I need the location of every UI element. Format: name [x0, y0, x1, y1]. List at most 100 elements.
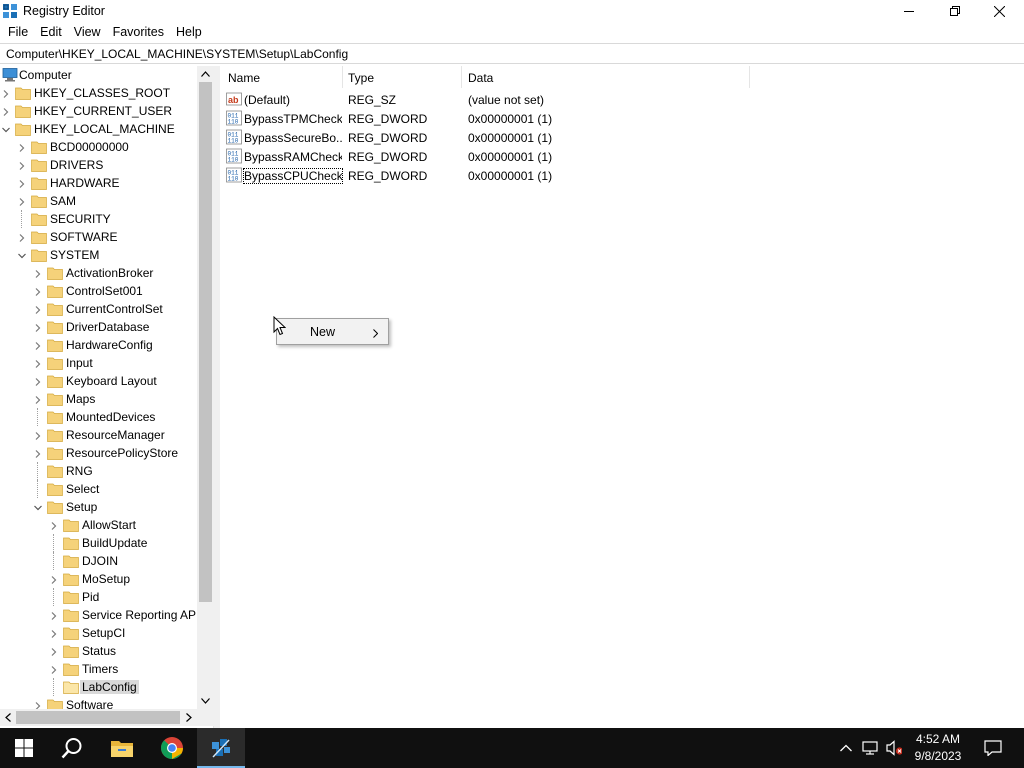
tree-horizontal-scrollbar[interactable] [0, 709, 197, 726]
tree-expand-chevron-icon[interactable] [17, 178, 27, 188]
tree-node-security[interactable]: SECURITY [0, 210, 197, 228]
tree-expand-chevron-icon[interactable] [17, 160, 27, 170]
tree-node-status[interactable]: Status [0, 642, 197, 660]
tree-node-system[interactable]: SYSTEM [0, 246, 197, 264]
notification-center-button[interactable] [978, 728, 1008, 768]
tree-vertical-scroll-thumb[interactable] [199, 82, 212, 602]
restore-button[interactable] [932, 0, 978, 22]
tree-node-hardwareconfig[interactable]: HardwareConfig [0, 336, 197, 354]
tree-node-hardware[interactable]: HARDWARE [0, 174, 197, 192]
tree-expand-chevron-icon[interactable] [33, 340, 43, 350]
key-tree[interactable]: Computer HKEY_CLASSES_ROOT HKEY_CURRENT_US… [0, 66, 214, 728]
tree-expand-chevron-icon[interactable] [33, 394, 43, 404]
address-path[interactable]: Computer\HKEY_LOCAL_MACHINE\SYSTEM\Setup… [6, 47, 348, 61]
taskbar-file-explorer[interactable] [98, 728, 146, 768]
taskbar-search-button[interactable] [48, 728, 96, 768]
tree-node-setup[interactable]: Setup [0, 498, 197, 516]
tree-expand-chevron-icon[interactable] [33, 286, 43, 296]
taskbar-chrome[interactable] [148, 728, 196, 768]
tree-node-activationbroker[interactable]: ActivationBroker [0, 264, 197, 282]
tree-node-resourcepolicystore[interactable]: ResourcePolicyStore [0, 444, 197, 462]
tree-node-hkey-current-user[interactable]: HKEY_CURRENT_USER [0, 102, 197, 120]
start-button[interactable] [0, 728, 48, 768]
tree-node-service-reporting-api[interactable]: Service Reporting API [0, 606, 199, 624]
tree-horizontal-scroll-thumb[interactable] [16, 711, 180, 724]
tree-collapse-chevron-icon[interactable] [17, 250, 27, 260]
tree-node-input[interactable]: Input [0, 354, 197, 372]
tree-expand-chevron-icon[interactable] [49, 646, 59, 656]
tree-node-mounteddevices[interactable]: MountedDevices [0, 408, 197, 426]
column-divider[interactable] [749, 66, 750, 88]
menu-favorites[interactable]: Favorites [107, 23, 170, 43]
context-menu-new[interactable]: New [279, 321, 386, 342]
value-row[interactable]: 011 110 BypassCPUCheck REG_DWORD 0x00000001 … [220, 166, 1024, 185]
tree-collapse-chevron-icon[interactable] [1, 124, 11, 134]
value-row[interactable]: ab (Default) REG_SZ (value not set) [220, 90, 1024, 109]
tree-node-software[interactable]: SOFTWARE [0, 228, 197, 246]
tree-expand-chevron-icon[interactable] [49, 628, 59, 638]
tree-expand-chevron-icon[interactable] [33, 268, 43, 278]
tree-node-labconfig[interactable]: LabConfig [0, 678, 197, 696]
system-clock[interactable]: 4:52 AM 9/8/2023 [905, 731, 971, 765]
tree-node-setupci[interactable]: SetupCI [0, 624, 197, 642]
tree-node-maps[interactable]: Maps [0, 390, 197, 408]
tree-expand-chevron-icon[interactable] [1, 88, 11, 98]
network-icon[interactable] [862, 740, 878, 756]
tree-node-controlset001[interactable]: ControlSet001 [0, 282, 197, 300]
taskbar-regedit[interactable] [197, 728, 245, 768]
close-button[interactable] [976, 0, 1022, 22]
tree-expand-chevron-icon[interactable] [49, 610, 59, 620]
column-header-data[interactable]: Data [460, 66, 750, 88]
tree-node-hkey-local-machine[interactable]: HKEY_LOCAL_MACHINE [0, 120, 197, 138]
tree-node-rng[interactable]: RNG [0, 462, 197, 480]
tree-node-resourcemanager[interactable]: ResourceManager [0, 426, 197, 444]
tree-expand-chevron-icon[interactable] [17, 196, 27, 206]
scroll-down-icon[interactable] [197, 693, 214, 709]
show-hidden-icons-chevron-icon[interactable] [838, 740, 854, 756]
tree-expand-chevron-icon[interactable] [49, 664, 59, 674]
menu-file[interactable]: File [2, 23, 34, 43]
tree-expand-chevron-icon[interactable] [33, 376, 43, 386]
tree-node-drivers[interactable]: DRIVERS [0, 156, 197, 174]
tree-node-keyboard-layout[interactable]: Keyboard Layout [0, 372, 197, 390]
tree-node-timers[interactable]: Timers [0, 660, 197, 678]
tree-vertical-scrollbar[interactable] [197, 66, 214, 709]
values-list[interactable]: Name Type Data ab (Default) REG_SZ (value n… [220, 66, 1024, 728]
tree-node-select[interactable]: Select [0, 480, 197, 498]
tree-node-bcd00000000[interactable]: BCD00000000 [0, 138, 197, 156]
tree-node-pid[interactable]: Pid [0, 588, 197, 606]
tree-node-mosetup[interactable]: MoSetup [0, 570, 197, 588]
tree-expand-chevron-icon[interactable] [17, 232, 27, 242]
scroll-left-icon[interactable] [0, 709, 16, 726]
tree-node-sam[interactable]: SAM [0, 192, 197, 210]
tree-expand-chevron-icon[interactable] [33, 448, 43, 458]
tree-node-djoin[interactable]: DJOIN [0, 552, 197, 570]
column-header-type[interactable]: Type [340, 66, 460, 88]
tree-node-allowstart[interactable]: AllowStart [0, 516, 197, 534]
column-header-name[interactable]: Name [220, 66, 342, 88]
tree-expand-chevron-icon[interactable] [49, 574, 59, 584]
tree-expand-chevron-icon[interactable] [1, 106, 11, 116]
tree-expand-chevron-icon[interactable] [33, 322, 43, 332]
tree-expand-chevron-icon[interactable] [33, 430, 43, 440]
scroll-right-icon[interactable] [181, 709, 197, 726]
tree-expand-chevron-icon[interactable] [17, 142, 27, 152]
menu-edit[interactable]: Edit [34, 23, 68, 43]
tree-root-computer[interactable]: Computer [0, 66, 197, 84]
tree-expand-chevron-icon[interactable] [33, 304, 43, 314]
volume-muted-icon[interactable] [886, 740, 902, 756]
tree-expand-chevron-icon[interactable] [49, 520, 59, 530]
tree-collapse-chevron-icon[interactable] [33, 502, 43, 512]
value-row[interactable]: 011 110 BypassSecureBo... REG_DWORD 0x000000… [220, 128, 1024, 147]
tree-node-buildupdate[interactable]: BuildUpdate [0, 534, 197, 552]
tree-node-driverdatabase[interactable]: DriverDatabase [0, 318, 197, 336]
tree-node-hkey-classes-root[interactable]: HKEY_CLASSES_ROOT [0, 84, 197, 102]
address-bar[interactable]: Computer\HKEY_LOCAL_MACHINE\SYSTEM\Setup… [0, 43, 1024, 64]
tree-expand-chevron-icon[interactable] [33, 358, 43, 368]
minimize-button[interactable] [886, 0, 932, 22]
value-row[interactable]: 011 110 BypassTPMCheck REG_DWORD 0x00000001 … [220, 109, 1024, 128]
value-row[interactable]: 011 110 BypassRAMCheck REG_DWORD 0x00000001 … [220, 147, 1024, 166]
scroll-up-icon[interactable] [197, 66, 214, 82]
menu-view[interactable]: View [68, 23, 107, 43]
tree-node-currentcontrolset[interactable]: CurrentControlSet [0, 300, 197, 318]
